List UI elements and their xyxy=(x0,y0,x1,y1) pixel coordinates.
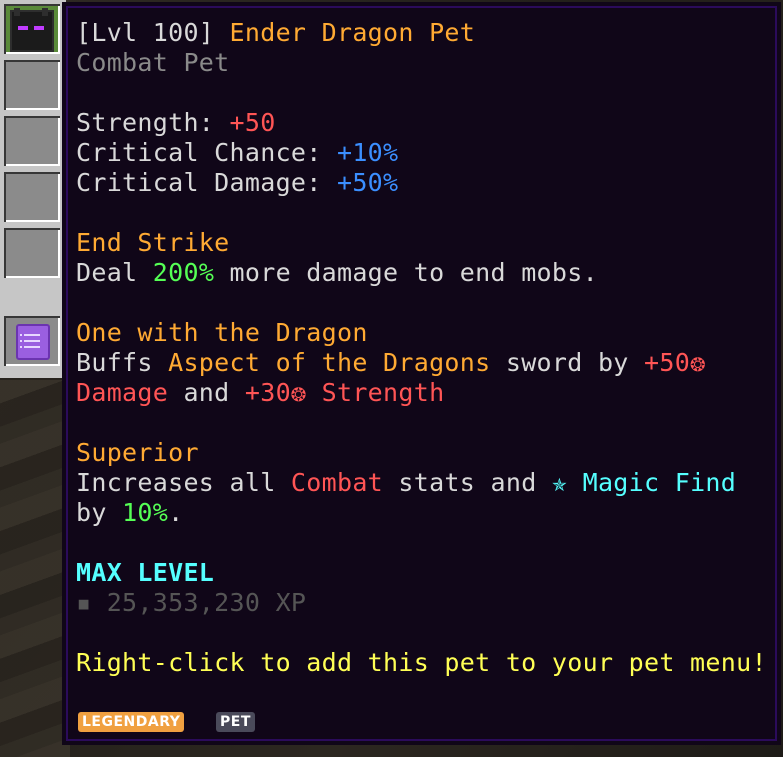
stat-strength: Strength: +50 xyxy=(76,108,276,137)
ability-one-with-dragon-desc-1: Buffs Aspect of the Dragons sword by +50… xyxy=(76,348,706,377)
inventory-panel xyxy=(0,0,66,378)
inventory-slot-book[interactable] xyxy=(4,316,60,366)
inventory-slot[interactable] xyxy=(4,172,60,222)
item-tooltip: [Lvl 100] Ender Dragon Pet Combat Pet St… xyxy=(62,2,781,745)
bullet-icon: ▪ xyxy=(76,588,107,617)
rarity-badge: LEGENDARY xyxy=(78,712,185,732)
ability-superior-desc-2: by 10%. xyxy=(76,498,184,527)
pet-xp: ▪ 25,353,230 XP xyxy=(76,588,307,617)
pet-menu-book-icon xyxy=(16,324,50,360)
ability-one-with-dragon-title: One with the Dragon xyxy=(76,318,368,347)
ability-one-with-dragon-desc-2: Damage and +30❂ Strength xyxy=(76,378,445,407)
ability-superior-title: Superior xyxy=(76,438,199,467)
ability-end-strike-desc: Deal 200% more damage to end mobs. xyxy=(76,258,598,287)
inventory-slot-pet[interactable] xyxy=(4,4,60,54)
stat-crit-damage: Critical Damage: +50% xyxy=(76,168,399,197)
pet-type: Combat Pet xyxy=(76,48,230,77)
pet-level: [Lvl 100] xyxy=(76,18,230,47)
pet-name: Ender Dragon Pet xyxy=(229,18,476,47)
max-level-label: MAX LEVEL xyxy=(76,558,215,587)
tooltip-title: [Lvl 100] Ender Dragon Pet xyxy=(76,18,475,48)
inventory-slot[interactable] xyxy=(4,60,60,110)
pet-menu-hint: Right-click to add this pet to your pet … xyxy=(76,648,767,677)
ability-superior-desc-1: Increases all Combat stats and ✯ Magic F… xyxy=(76,468,737,497)
type-badge: PET xyxy=(216,712,255,732)
stat-crit-chance: Critical Chance: +10% xyxy=(76,138,399,167)
inventory-slot[interactable] xyxy=(4,228,60,278)
ender-dragon-pet-icon xyxy=(10,8,54,52)
inventory-slot[interactable] xyxy=(4,116,60,166)
magic-find-star-icon: ✯ Magic Find xyxy=(551,468,737,497)
ability-end-strike-title: End Strike xyxy=(76,228,230,257)
